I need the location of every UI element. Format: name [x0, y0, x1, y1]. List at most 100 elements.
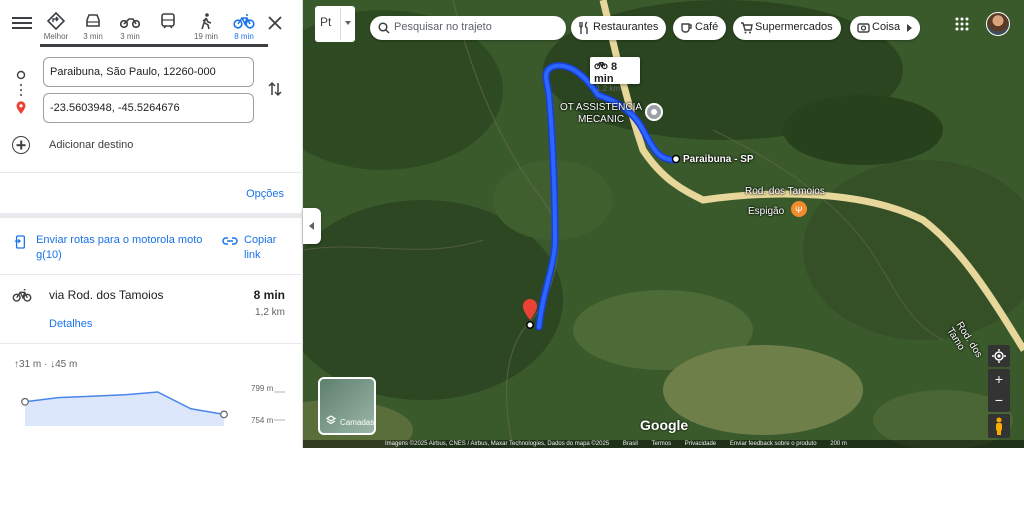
elevation-profile-chart: 799 m 754 m [21, 384, 285, 426]
add-destination-button[interactable]: Adicionar destino [12, 136, 133, 154]
zoom-out-button[interactable]: − [988, 390, 1010, 412]
mode-best-button[interactable]: Melhor [38, 10, 74, 41]
language-selector[interactable]: Pt [315, 6, 355, 42]
town-label[interactable]: Paraibuna - SP [683, 154, 754, 165]
destination-pin-icon [15, 101, 27, 120]
origin-field[interactable]: Paraibuna, São Paulo, 12260-000 [43, 57, 254, 87]
my-location-button[interactable] [988, 345, 1010, 367]
mode-car-label: 3 min [83, 32, 103, 41]
chip-restaurants[interactable]: Restaurantes [571, 16, 667, 40]
route-distance: 1,2 km [254, 307, 285, 318]
layers-icon [326, 415, 336, 425]
zoom-in-button[interactable]: + [988, 369, 1010, 391]
directions-panel: Melhor 3 min 3 min 19 min 8 min Paraibun… [0, 0, 303, 448]
apps-grid-icon[interactable] [955, 17, 969, 31]
walk-icon [201, 13, 212, 30]
transit-icon [161, 13, 175, 29]
layers-label: Camadas [340, 418, 375, 427]
mode-walk-label: 19 min [193, 32, 218, 41]
chip-cafe[interactable]: Café [673, 16, 727, 40]
destination-marker [526, 321, 534, 329]
mode-motorcycle-label: 3 min [120, 32, 140, 41]
close-icon[interactable] [266, 14, 284, 32]
footer-privacy[interactable]: Privacidade [685, 441, 716, 447]
camera-icon [857, 23, 870, 33]
search-icon [378, 22, 390, 34]
destination-field[interactable]: -23.5603948, -45.5264676 [43, 93, 254, 123]
collapse-panel-button[interactable] [303, 208, 321, 244]
espigao-label[interactable]: Espigão [748, 206, 784, 217]
elevation-start-point [21, 397, 29, 406]
route-overlay: Ψ [523, 62, 807, 331]
add-destination-label: Adicionar destino [49, 139, 134, 151]
elevation-min-label: 754 m [251, 416, 274, 425]
copy-link-button[interactable]: Copiar link [222, 233, 286, 263]
mode-bike-button[interactable]: 8 min [226, 10, 262, 41]
chip-label: Coisa [872, 21, 901, 33]
elevation-end-point [220, 410, 228, 419]
search-placeholder: Pesquisar no trajeto [394, 21, 492, 33]
divider [0, 274, 303, 275]
divider [0, 213, 303, 218]
mode-transit-button[interactable] [150, 10, 186, 32]
details-link[interactable]: Detalhes [49, 318, 92, 330]
options-button[interactable]: Opções [246, 188, 284, 200]
svg-text:Ψ: Ψ [795, 205, 803, 215]
chip-label: Supermercados [755, 21, 833, 33]
divider [0, 343, 303, 344]
route-time-bubble[interactable]: 8 min 1,2 km [590, 57, 640, 93]
map-canvas[interactable]: Ψ OT ASSISTENCIA MECANIC Paraibuna - SP … [303, 0, 1024, 448]
mode-motorcycle-button[interactable]: 3 min [112, 10, 148, 41]
copy-link-label: Copiar link [244, 234, 277, 261]
bicycle-icon [233, 14, 255, 29]
imagery-credit: Imagens ©2025 Airbus, CNES / Airbus, Max… [385, 441, 610, 447]
restaurant-icon [579, 21, 588, 34]
chip-label: Café [695, 21, 719, 33]
car-icon [86, 14, 100, 27]
route-time: 8 min [253, 288, 285, 302]
best-route-icon [47, 12, 65, 30]
bicycle-icon [12, 289, 32, 302]
send-to-phone-button[interactable]: Enviar rotas para o motorola moto g(10) [14, 233, 204, 263]
google-logo: Google [640, 417, 689, 433]
footer-terms[interactable]: Termos [651, 441, 671, 447]
chip-supermarkets[interactable]: Supermercados [733, 16, 841, 40]
motorcycle-icon [120, 18, 140, 29]
map-footer: Imagens ©2025 Airbus, CNES / Airbus, Max… [303, 440, 1024, 448]
send-to-phone-label: Enviar rotas para o motorola moto g(10) [36, 234, 203, 261]
send-to-phone-icon [14, 235, 25, 249]
chevron-down-icon [345, 21, 351, 25]
cart-icon [741, 22, 753, 34]
bicycle-icon [594, 62, 608, 70]
add-icon [12, 136, 30, 154]
chip-label: Restaurantes [593, 21, 659, 33]
road-label: Rod. dos Tamoios [745, 186, 825, 197]
link-icon [222, 237, 238, 245]
mode-car-button[interactable]: 3 min [75, 10, 111, 41]
swap-icon[interactable] [266, 80, 284, 98]
elevation-max-label: 799 m [251, 384, 274, 393]
layers-button[interactable]: Camadas [318, 377, 376, 435]
search-along-route-input[interactable]: Pesquisar no trajeto [370, 16, 566, 40]
destination-pin-icon [523, 299, 537, 320]
poi-label[interactable]: OT ASSISTENCIA MECANIC [559, 102, 643, 126]
scale-label[interactable]: 200 m [830, 441, 847, 447]
street-view-pegman-icon[interactable] [988, 414, 1010, 438]
language-label: Pt [320, 15, 332, 29]
route-dots-icon [19, 83, 23, 102]
coffee-icon [681, 23, 692, 33]
mode-walk-button[interactable]: 19 min [188, 10, 224, 41]
avatar[interactable] [986, 12, 1010, 36]
footer-feedback[interactable]: Enviar feedback sobre o produto [730, 441, 817, 447]
elevation-summary: ↑31 m · ↓45 m [14, 359, 78, 370]
route-name: via Rod. dos Tamoios [49, 288, 164, 302]
mode-selector-bar [40, 44, 268, 47]
menu-icon[interactable] [12, 14, 32, 34]
mode-best-label: Melhor [43, 32, 69, 41]
bubble-distance: 1,2 km [596, 84, 621, 93]
my-location-icon [992, 349, 1006, 363]
divider [0, 172, 303, 173]
footer-country[interactable]: Brasil [623, 441, 638, 447]
chevron-right-icon[interactable] [900, 18, 920, 38]
mode-bike-label: 8 min [234, 32, 254, 41]
